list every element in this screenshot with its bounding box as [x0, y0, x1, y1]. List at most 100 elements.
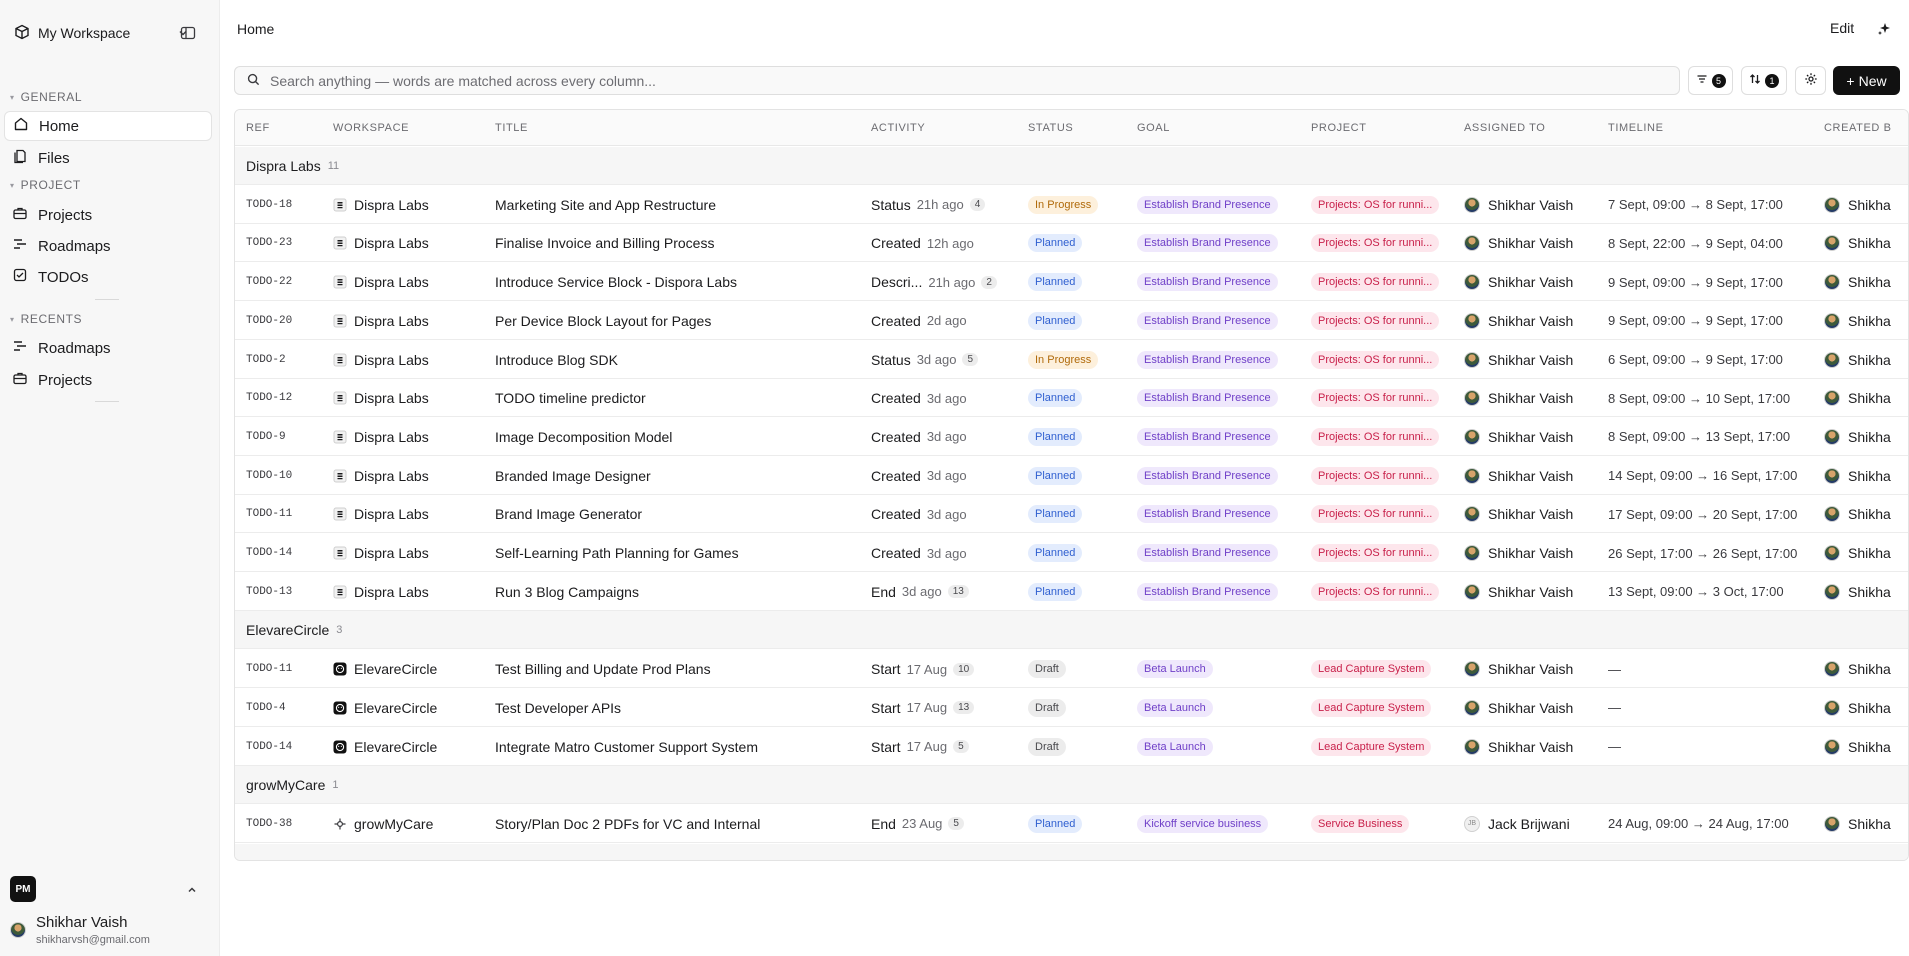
todo-title[interactable]: TODO timeline predictor	[495, 390, 646, 406]
status-badge[interactable]: Planned	[1028, 505, 1083, 524]
todo-title[interactable]: Test Billing and Update Prod Plans	[495, 661, 711, 677]
todo-title[interactable]: Finalise Invoice and Billing Process	[495, 235, 714, 251]
project-tag[interactable]: Projects: OS for runni...	[1311, 273, 1440, 292]
col-project[interactable]: PROJECT	[1311, 122, 1367, 134]
chevron-up-icon[interactable]	[184, 882, 200, 898]
col-goal[interactable]: GOAL	[1137, 122, 1170, 134]
goal-tag[interactable]: Establish Brand Presence	[1137, 273, 1278, 292]
project-tag[interactable]: Lead Capture System	[1311, 698, 1432, 717]
status-badge[interactable]: Planned	[1028, 234, 1083, 253]
project-tag[interactable]: Projects: OS for runni...	[1311, 544, 1440, 562]
settings-button[interactable]	[1795, 66, 1826, 95]
status-badge[interactable]: Planned	[1028, 273, 1083, 292]
todo-title[interactable]: Branded Image Designer	[495, 468, 651, 484]
project-tag[interactable]: Projects: OS for runni...	[1311, 389, 1440, 408]
project-tag[interactable]: Projects: OS for runni...	[1311, 582, 1440, 601]
table-row[interactable]: TODO-9 Dispra Labs Image Decomposition Mod…	[235, 418, 1908, 456]
status-badge[interactable]: Draft	[1028, 698, 1066, 717]
goal-tag[interactable]: Beta Launch	[1137, 737, 1213, 756]
status-badge[interactable]: Draft	[1028, 660, 1066, 679]
todo-title[interactable]: Test Developer APIs	[495, 700, 621, 716]
status-badge[interactable]: Planned	[1028, 311, 1083, 330]
sidebar-toggle-icon[interactable]	[178, 23, 198, 43]
project-tag[interactable]: Projects: OS for runni...	[1311, 311, 1440, 330]
col-assigned[interactable]: ASSIGNED TO	[1464, 122, 1545, 134]
recent-item-roadmaps[interactable]: Roadmaps	[4, 333, 212, 363]
table-row[interactable]: TODO-22 Dispra Labs Introduce Service Bloc…	[235, 263, 1908, 302]
sidebar-item-files[interactable]: Files	[4, 143, 212, 173]
goal-tag[interactable]: Establish Brand Presence	[1137, 466, 1278, 485]
goal-tag[interactable]: Beta Launch	[1137, 660, 1213, 679]
col-ref[interactable]: REF	[246, 122, 270, 134]
goal-tag[interactable]: Establish Brand Presence	[1137, 311, 1278, 330]
project-tag[interactable]: Projects: OS for runni...	[1311, 350, 1440, 369]
status-badge[interactable]: Planned	[1028, 814, 1083, 833]
goal-tag[interactable]: Establish Brand Presence	[1137, 427, 1278, 446]
status-badge[interactable]: In Progress	[1028, 350, 1099, 369]
goal-tag[interactable]: Establish Brand Presence	[1137, 234, 1278, 253]
workspace-switcher[interactable]: My Workspace	[10, 18, 195, 48]
goal-tag[interactable]: Establish Brand Presence	[1137, 582, 1278, 601]
col-title[interactable]: TITLE	[495, 122, 528, 134]
section-recents[interactable]: ▾ RECENTS	[10, 312, 82, 326]
group-header[interactable]	[235, 843, 1908, 860]
filter-button[interactable]: 5	[1688, 66, 1733, 95]
sidebar-item-roadmaps[interactable]: Roadmaps	[4, 231, 212, 261]
table-row[interactable]: TODO-38 growMyCare Story/Plan Doc 2 PDFs f…	[235, 805, 1908, 843]
table-row[interactable]: TODO-18 Dispra Labs Marketing Site and App…	[235, 186, 1908, 224]
todo-title[interactable]: Introduce Service Block - Dispora Labs	[495, 274, 737, 290]
status-badge[interactable]: Planned	[1028, 389, 1083, 408]
new-button[interactable]: + New	[1833, 66, 1900, 95]
todo-title[interactable]: Introduce Blog SDK	[495, 352, 618, 368]
table-row[interactable]: TODO-4 ElevareCircle Test Developer APIs St…	[235, 689, 1908, 727]
table-row[interactable]: TODO-11 ElevareCircle Test Billing and Upd…	[235, 650, 1908, 689]
table-row[interactable]: TODO-23 Dispra Labs Finalise Invoice and B…	[235, 224, 1908, 263]
table-row[interactable]: TODO-14 Dispra Labs Self-Learning Path Pla…	[235, 534, 1908, 572]
group-header[interactable]: ElevareCircle 3	[235, 611, 1908, 650]
project-tag[interactable]: Projects: OS for runni...	[1311, 234, 1440, 253]
edit-button[interactable]: Edit	[1830, 20, 1854, 36]
org-badge[interactable]: PM	[10, 876, 36, 902]
sidebar-item-todos[interactable]: TODOs	[4, 262, 212, 292]
status-badge[interactable]: Planned	[1028, 427, 1083, 446]
sidebar-item-projects[interactable]: Projects	[4, 200, 212, 230]
goal-tag[interactable]: Kickoff service business	[1137, 814, 1269, 833]
goal-tag[interactable]: Establish Brand Presence	[1137, 195, 1278, 214]
goal-tag[interactable]: Establish Brand Presence	[1137, 389, 1278, 408]
todo-title[interactable]: Image Decomposition Model	[495, 429, 672, 445]
status-badge[interactable]: Planned	[1028, 544, 1083, 562]
todo-title[interactable]: Per Device Block Layout for Pages	[495, 313, 711, 329]
todo-title[interactable]: Brand Image Generator	[495, 506, 642, 522]
group-header[interactable]: growMyCare 1	[235, 766, 1908, 805]
col-workspace[interactable]: WORKSPACE	[333, 122, 409, 134]
sparkle-icon[interactable]	[1875, 20, 1893, 38]
recent-item-projects[interactable]: Projects	[4, 365, 212, 395]
table-row[interactable]: TODO-14 ElevareCircle Integrate Matro Cust…	[235, 728, 1908, 766]
sort-button[interactable]: 1	[1741, 66, 1787, 95]
section-general[interactable]: ▾ GENERAL	[10, 90, 82, 104]
goal-tag[interactable]: Establish Brand Presence	[1137, 505, 1278, 524]
table-row[interactable]: TODO-12 Dispra Labs TODO timeline predicto…	[235, 379, 1908, 418]
status-badge[interactable]: Planned	[1028, 466, 1083, 485]
user-profile[interactable]: Shikhar Vaish shikharvsh@gmail.com	[10, 910, 210, 950]
project-tag[interactable]: Lead Capture System	[1311, 737, 1432, 756]
table-row[interactable]: TODO-20 Dispra Labs Per Device Block Layou…	[235, 302, 1908, 340]
section-project[interactable]: ▾ PROJECT	[10, 178, 81, 192]
todo-title[interactable]: Run 3 Blog Campaigns	[495, 584, 639, 600]
col-created[interactable]: CREATED B	[1824, 122, 1892, 134]
project-tag[interactable]: Service Business	[1311, 814, 1410, 833]
project-tag[interactable]: Projects: OS for runni...	[1311, 195, 1440, 214]
table-row[interactable]: TODO-10 Dispra Labs Branded Image Designer…	[235, 457, 1908, 495]
table-row[interactable]: TODO-11 Dispra Labs Brand Image Generator C…	[235, 495, 1908, 534]
status-badge[interactable]: Draft	[1028, 737, 1066, 756]
project-tag[interactable]: Projects: OS for runni...	[1311, 466, 1440, 485]
table-row[interactable]: TODO-13 Dispra Labs Run 3 Blog Campaigns En…	[235, 573, 1908, 611]
todo-title[interactable]: Marketing Site and App Restructure	[495, 197, 716, 213]
goal-tag[interactable]: Establish Brand Presence	[1137, 350, 1278, 369]
col-status[interactable]: STATUS	[1028, 122, 1073, 134]
todo-title[interactable]: Story/Plan Doc 2 PDFs for VC and Interna…	[495, 816, 760, 832]
project-tag[interactable]: Projects: OS for runni...	[1311, 427, 1440, 446]
goal-tag[interactable]: Establish Brand Presence	[1137, 544, 1278, 562]
sidebar-item-home[interactable]: Home	[4, 111, 212, 141]
group-header[interactable]: Dispra Labs 11	[235, 147, 1908, 185]
